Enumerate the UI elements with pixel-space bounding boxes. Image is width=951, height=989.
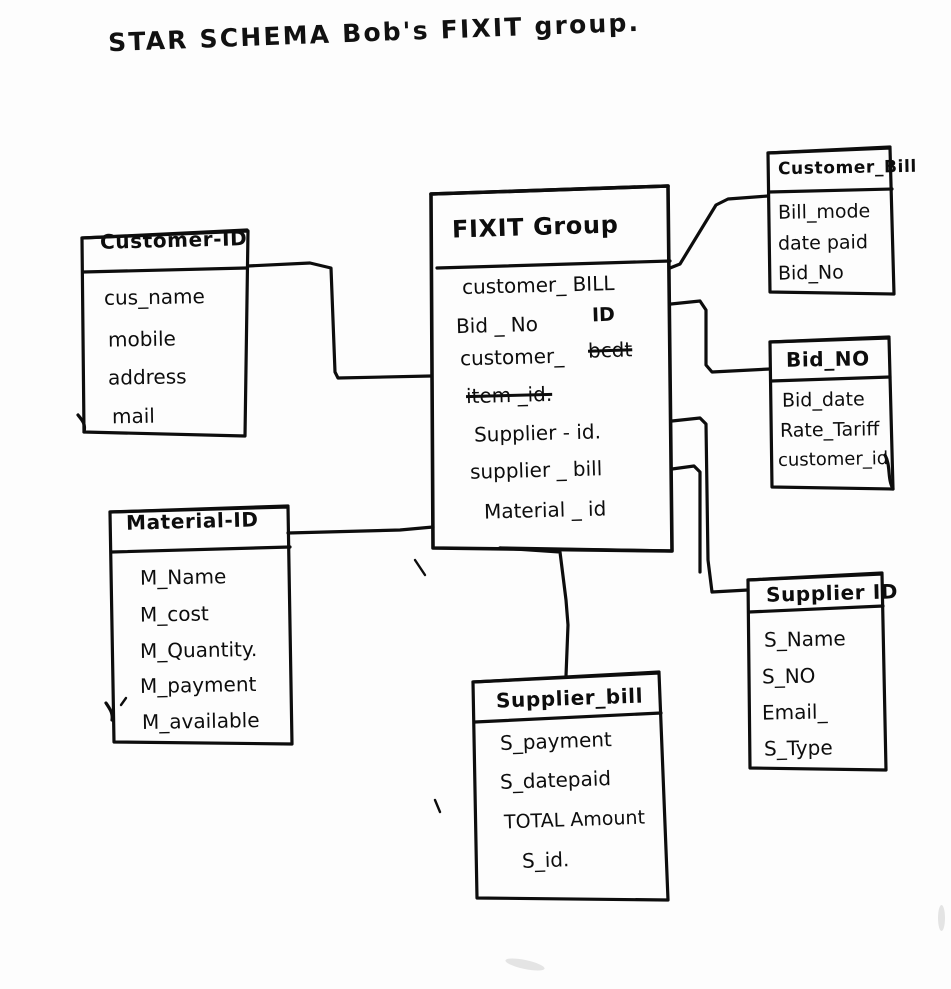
field-material-id-3: M_payment [139,671,257,699]
connector-fact-to-customer-bill [668,194,770,270]
entity-title-supplier-bill: Supplier_bill [495,683,644,713]
field-supplier-id-2: Email_ [761,699,828,725]
page-title: STAR SCHEMA Bob's FIXIT group. [107,7,641,58]
fact-field-4: Supplier - id. [473,419,602,447]
field-supplier-bill-1: S_datepaid [499,766,612,794]
fact-field-2-annotation: ID [591,303,616,327]
field-material-id-2: M_Quantity. [139,636,258,664]
fact-field-2: customer_ [459,343,565,371]
connector-customer-id-to-fact [246,261,433,380]
field-supplier-id-0: S_Name [763,626,846,652]
field-bid-no-2: customer_id [777,448,889,471]
field-material-id-4: M_available [141,707,260,735]
field-material-id-1: M_cost [139,601,209,627]
field-supplier-bill-0: S_payment [499,727,613,755]
field-customer-bill-0: Bill_mode [777,200,871,224]
field-customer-id-2: address [107,364,187,390]
field-supplier-id-1: S_NO [761,663,816,689]
field-supplier-bill-2: TOTAL Amount [503,806,646,834]
field-bid-no-1: Rate_Tariff [779,418,880,442]
fact-field-2-struck-word: bcdt [587,337,633,363]
connector-material-id-to-fact [286,525,435,535]
entity-title-supplier-id: Supplier ID [765,579,899,607]
connector-fact-to-supplier-bill [498,546,674,678]
field-bid-no-0: Bid_date [781,388,865,412]
paper-smudge [504,955,546,974]
handwritten-star-schema-diagram: STAR SCHEMA Bob's FIXIT group. Customer-… [0,0,951,989]
fact-field-3: item _id. [465,381,553,409]
entity-title-bid-no: Bid_NO [785,346,870,372]
entity-title-customer-bill: Customer_Bill [777,156,918,180]
field-customer-id-0: cus_name [103,284,206,310]
field-customer-bill-2: Bid_No [777,261,844,285]
field-customer-bill-1: date paid [777,231,869,255]
fact-field-5: supplier _ bill [469,456,603,484]
field-supplier-bill-3: S_id. [521,847,570,873]
field-material-id-0: M_Name [139,564,227,590]
fact-field-6: Material _ id [483,496,607,524]
connector-fact-to-supplier-id [670,416,750,594]
field-supplier-id-3: S_Type [763,735,833,761]
field-customer-id-3: mail [111,403,156,429]
fact-field-0: customer_ BILL [461,271,615,299]
diagram-connectors-and-boxes [76,145,896,902]
connector-fact-to-bid-no [669,299,772,374]
fact-field-1: Bid _ No [455,311,539,339]
entity-title-fixit-group: FIXIT Group [451,210,619,244]
paper-edge-mark [938,905,945,931]
entity-title-material-id: Material-ID [125,507,259,535]
field-customer-id-1: mobile [107,326,177,352]
entity-title-customer-id: Customer-ID [99,226,248,254]
